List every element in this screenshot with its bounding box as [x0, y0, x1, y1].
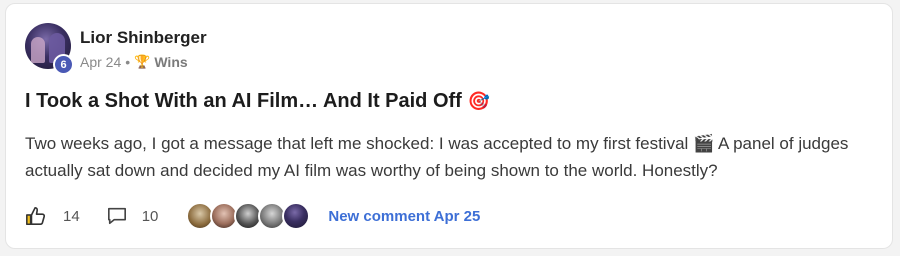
- meta-separator: •: [125, 54, 131, 70]
- comment-count: 10: [141, 207, 159, 225]
- post-title[interactable]: I Took a Shot With an AI Film… And It Pa…: [25, 90, 462, 113]
- trophy-icon: 🏆: [134, 54, 151, 69]
- like-count: 14: [63, 207, 80, 225]
- post-meta: Apr 24 • 🏆 Wins: [80, 54, 188, 70]
- post-date: Apr 24: [80, 54, 122, 70]
- commenter-avatars[interactable]: [186, 202, 311, 230]
- author-name[interactable]: Lior Shinberger: [80, 28, 207, 48]
- target-icon: 🎯: [467, 91, 491, 111]
- post-footer: 14 10 New comment Apr 25: [25, 202, 480, 230]
- category-label[interactable]: Wins: [154, 54, 187, 70]
- post-card[interactable]: 6 Lior Shinberger Apr 24 • 🏆 Wins I Took…: [5, 3, 893, 249]
- new-comment-link[interactable]: New comment Apr 25: [328, 208, 480, 225]
- post-body: Two weeks ago, I got a message that left…: [25, 134, 849, 180]
- level-badge: 6: [53, 54, 74, 75]
- commenter-avatar[interactable]: [282, 202, 311, 230]
- post-title-row[interactable]: I Took a Shot With an AI Film… And It Pa…: [25, 90, 490, 113]
- thumbs-up-icon: [26, 207, 46, 225]
- like-button[interactable]: [25, 206, 47, 226]
- comment-icon: [107, 207, 126, 225]
- comment-button[interactable]: [106, 206, 128, 226]
